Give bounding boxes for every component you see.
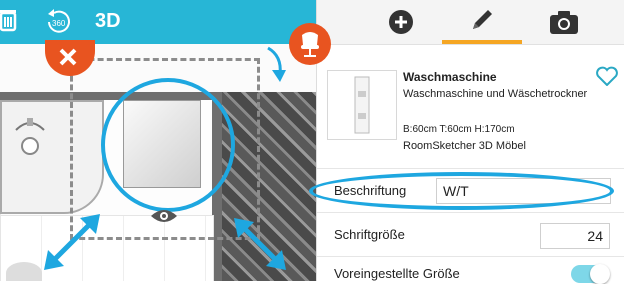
furniture-button[interactable] — [289, 23, 331, 65]
rotate-360-icon[interactable]: 360 — [45, 9, 73, 40]
tab-edit[interactable] — [442, 0, 522, 44]
resize-arrow-icon[interactable] — [44, 214, 100, 275]
default-size-toggle[interactable] — [571, 264, 610, 284]
view-3d-button[interactable]: 3D — [95, 10, 121, 33]
camera-icon — [550, 11, 578, 34]
rotate-label: 360 — [52, 19, 66, 28]
tab-add[interactable] — [361, 0, 441, 44]
heart-icon[interactable] — [595, 66, 619, 86]
panel-tabs — [317, 0, 624, 45]
sink-icon — [10, 112, 50, 163]
item-card: Waschmaschine Waschmaschine und Wäschetr… — [327, 56, 619, 156]
chair-icon — [301, 32, 319, 57]
default-size-label: Voreingestellte Größe — [334, 266, 460, 281]
item-thumbnail — [327, 70, 397, 140]
highlight-circle — [101, 78, 235, 212]
font-size-label: Schriftgröße — [334, 227, 405, 242]
rotate-arrow-icon[interactable] — [264, 46, 290, 93]
floorplan-canvas[interactable]: 360 3D — [0, 0, 316, 281]
resize-arrow-icon[interactable] — [234, 218, 286, 275]
toilet-icon — [6, 262, 42, 281]
properties-panel: Waschmaschine Waschmaschine und Wäschetr… — [316, 0, 624, 281]
toggle-knob — [590, 264, 610, 284]
canvas-toolbar: 360 3D — [0, 0, 316, 44]
eye-icon[interactable] — [150, 208, 178, 229]
font-size-input[interactable]: 24 — [540, 223, 610, 249]
item-brand: RoomSketcher 3D Möbel — [403, 140, 526, 152]
plus-circle-icon — [389, 10, 413, 34]
font-size-row: Schriftgröße 24 — [317, 212, 624, 257]
item-description: Waschmaschine und Wäschetrockner — [403, 88, 588, 100]
close-icon — [59, 48, 77, 66]
delete-button[interactable] — [45, 40, 95, 76]
item-name: Waschmaschine — [403, 70, 497, 84]
trash-icon[interactable] — [0, 8, 18, 37]
item-dimensions: B:60cm T:60cm H:170cm — [403, 124, 515, 135]
font-size-value: 24 — [587, 228, 603, 244]
pencil-icon — [473, 10, 492, 29]
tab-camera[interactable] — [524, 0, 604, 44]
highlight-oval — [309, 172, 614, 210]
